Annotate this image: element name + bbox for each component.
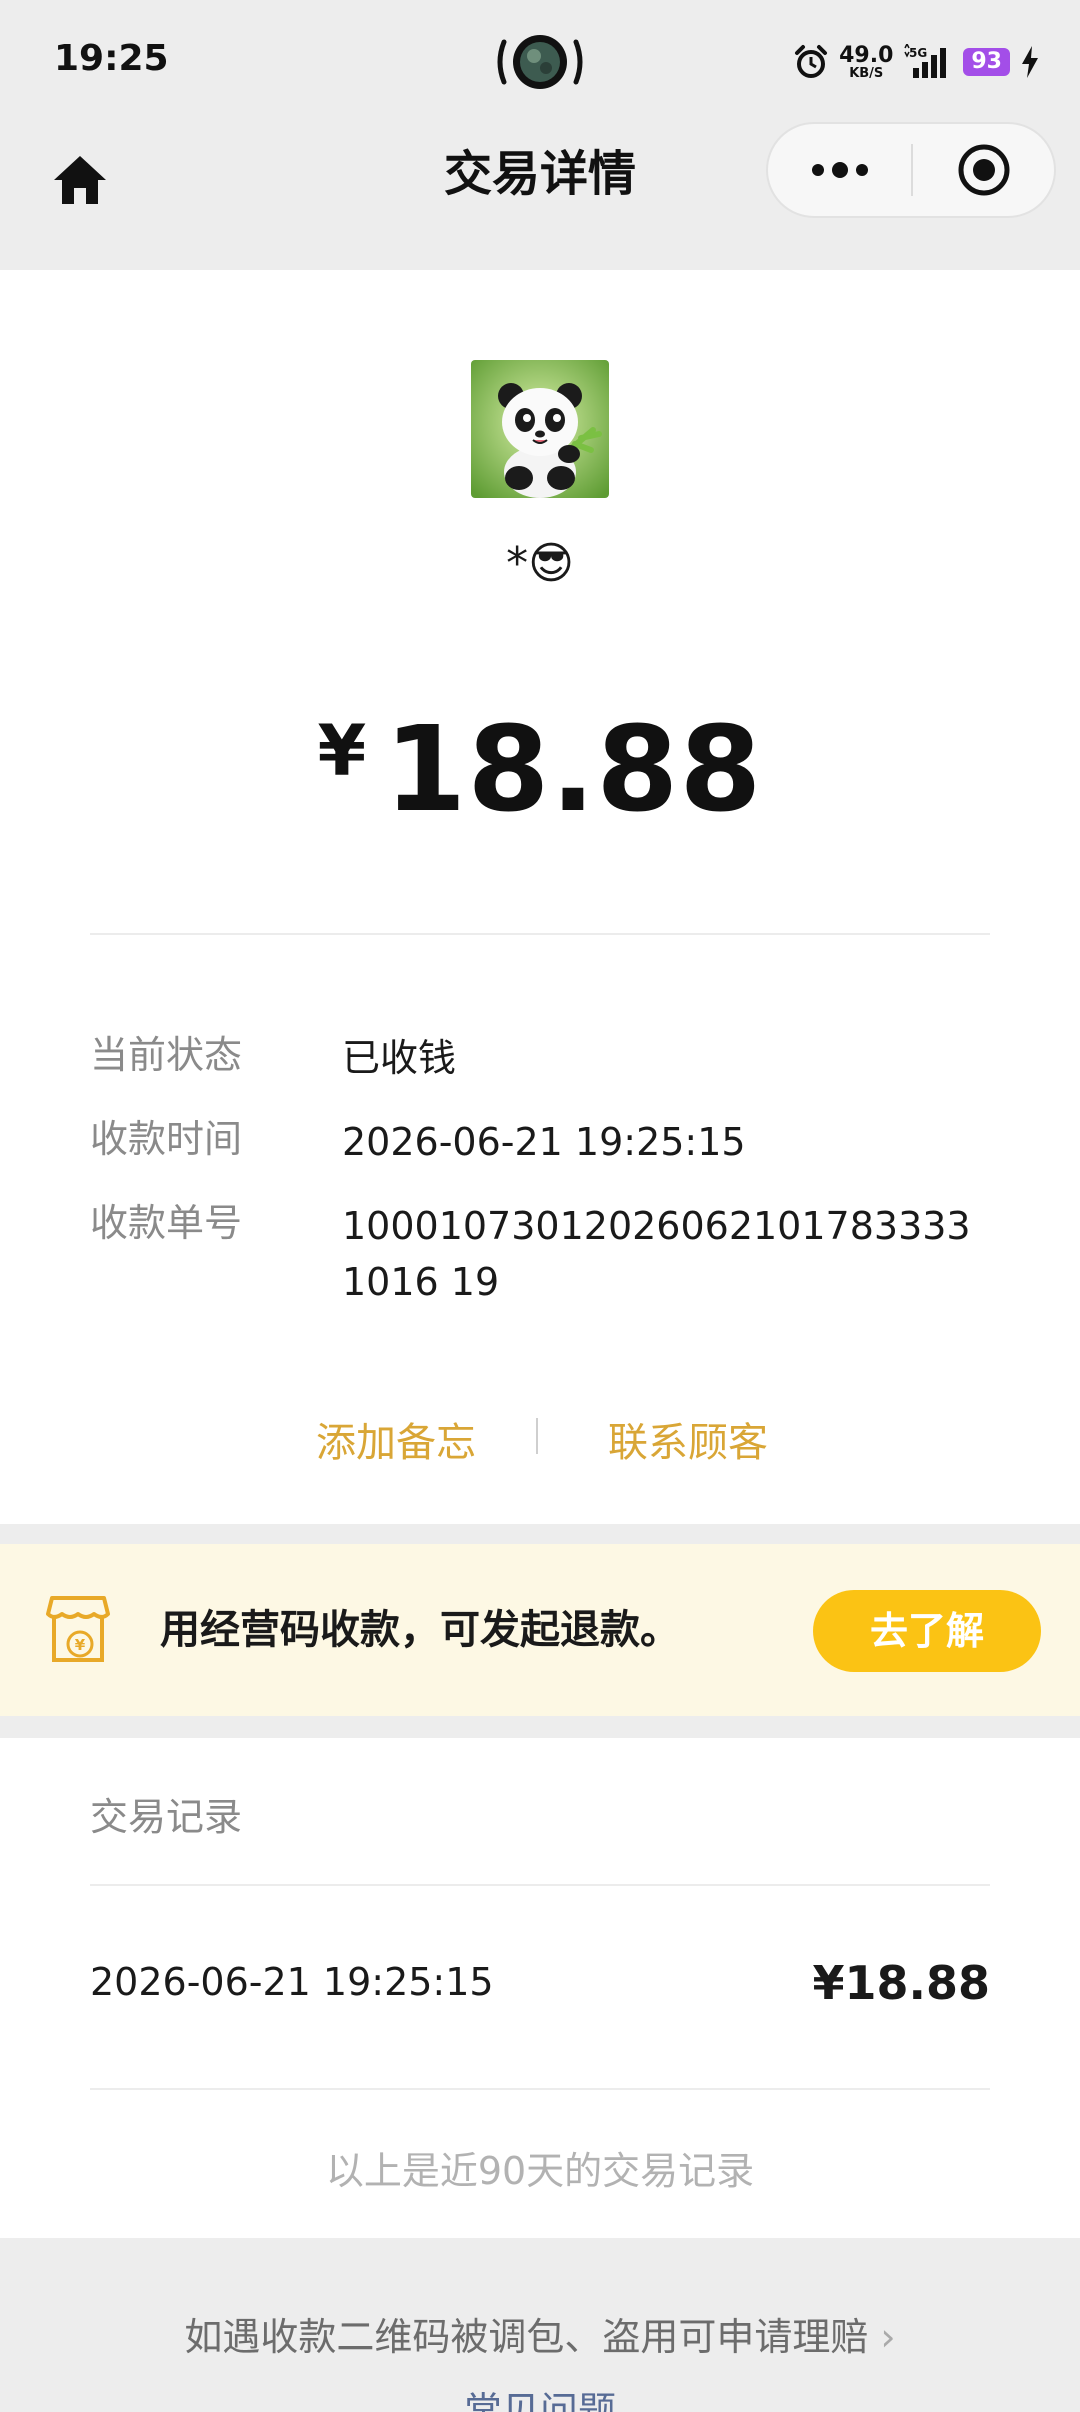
charging-icon [1022,46,1038,78]
action-links: 添加备忘 联系顾客 [0,1410,1080,1470]
shop-code-icon: ¥ [46,1596,110,1662]
claim-text: 如遇收款二维码被调包、盗用可申请理赔 [184,2315,869,2359]
records-title: 交易记录 [90,1795,243,1839]
detail-value: 已收钱 [342,1036,457,1080]
network-speed-value: 49.0 [839,42,894,68]
status-time: 19:25 [54,38,169,79]
claim-link[interactable]: 如遇收款二维码被调包、盗用可申请理赔 › [0,2306,1080,2361]
detail-label: 当前状态 [90,1033,243,1077]
payer-avatar[interactable] [471,360,609,498]
payer-nickname: *😎 [506,538,574,589]
contact-customer-link[interactable]: 联系顾客 [608,1410,768,1468]
promo-banner: ¥ 用经营码收款，可发起退款。 去了解 [0,1544,1080,1716]
nav-bar: 交易详情 [0,122,1080,270]
amount-display: ¥18.88 [0,700,1080,838]
close-button[interactable] [913,124,1054,216]
detail-label: 收款单号 [90,1201,243,1245]
detail-value: 2026-06-21 19:25:15 [342,1120,746,1164]
alarm-icon [795,45,828,78]
target-close-icon [958,144,1009,196]
camera-indicator-icon [494,30,586,94]
network-speed-unit: KB/S [849,65,884,81]
detail-row-order-number: 收款单号 100010730120260621017833331016 19 [90,1198,990,1310]
record-amount: ¥18.88 [812,1956,990,2010]
faq-link[interactable]: 常见问题 [0,2380,1080,2412]
add-remark-link[interactable]: 添加备忘 [316,1410,476,1468]
transaction-card: *😎 ¥18.88 当前状态 已收钱 收款时间 2026-06-21 19:25… [0,270,1080,1524]
records-footer-note: 以上是近90天的交易记录 [325,2149,755,2193]
amount-value: 18.88 [384,700,763,838]
detail-value[interactable]: 100010730120260621017833331016 19 [342,1198,990,1310]
detail-label: 收款时间 [90,1117,243,1161]
record-time: 2026-06-21 19:25:15 [90,1960,494,2004]
more-button[interactable] [768,124,911,216]
status-bar: 19:25 49.0 KB/S 5G 93 [0,0,1080,122]
mini-program-capsule [766,122,1056,218]
currency-symbol: ¥ [317,710,367,792]
action-separator [536,1418,538,1454]
network-speed: 49.0 KB/S [839,42,894,81]
divider [90,1884,990,1886]
transaction-details: 当前状态 已收钱 收款时间 2026-06-21 19:25:15 收款单号 1… [90,1030,990,1338]
divider [90,2088,990,2090]
learn-more-button[interactable]: 去了解 [813,1590,1041,1672]
detail-row-status: 当前状态 已收钱 [90,1030,990,1086]
more-dots-icon [811,162,868,178]
banner-text: 用经营码收款，可发起退款。 [160,1607,680,1653]
transaction-records: 交易记录 2026-06-21 19:25:15 ¥18.88 以上是近90天的… [0,1738,1080,2238]
battery-level: 93 [963,48,1010,76]
svg-text:¥: ¥ [75,1636,86,1654]
signal-5g-icon: 5G [904,44,947,78]
svg-text:5G: 5G [909,46,927,60]
detail-row-time: 收款时间 2026-06-21 19:25:15 [90,1114,990,1170]
chevron-right-icon: › [880,2315,896,2359]
divider [90,933,990,935]
status-indicators: 49.0 KB/S 5G 93 [793,40,1040,84]
